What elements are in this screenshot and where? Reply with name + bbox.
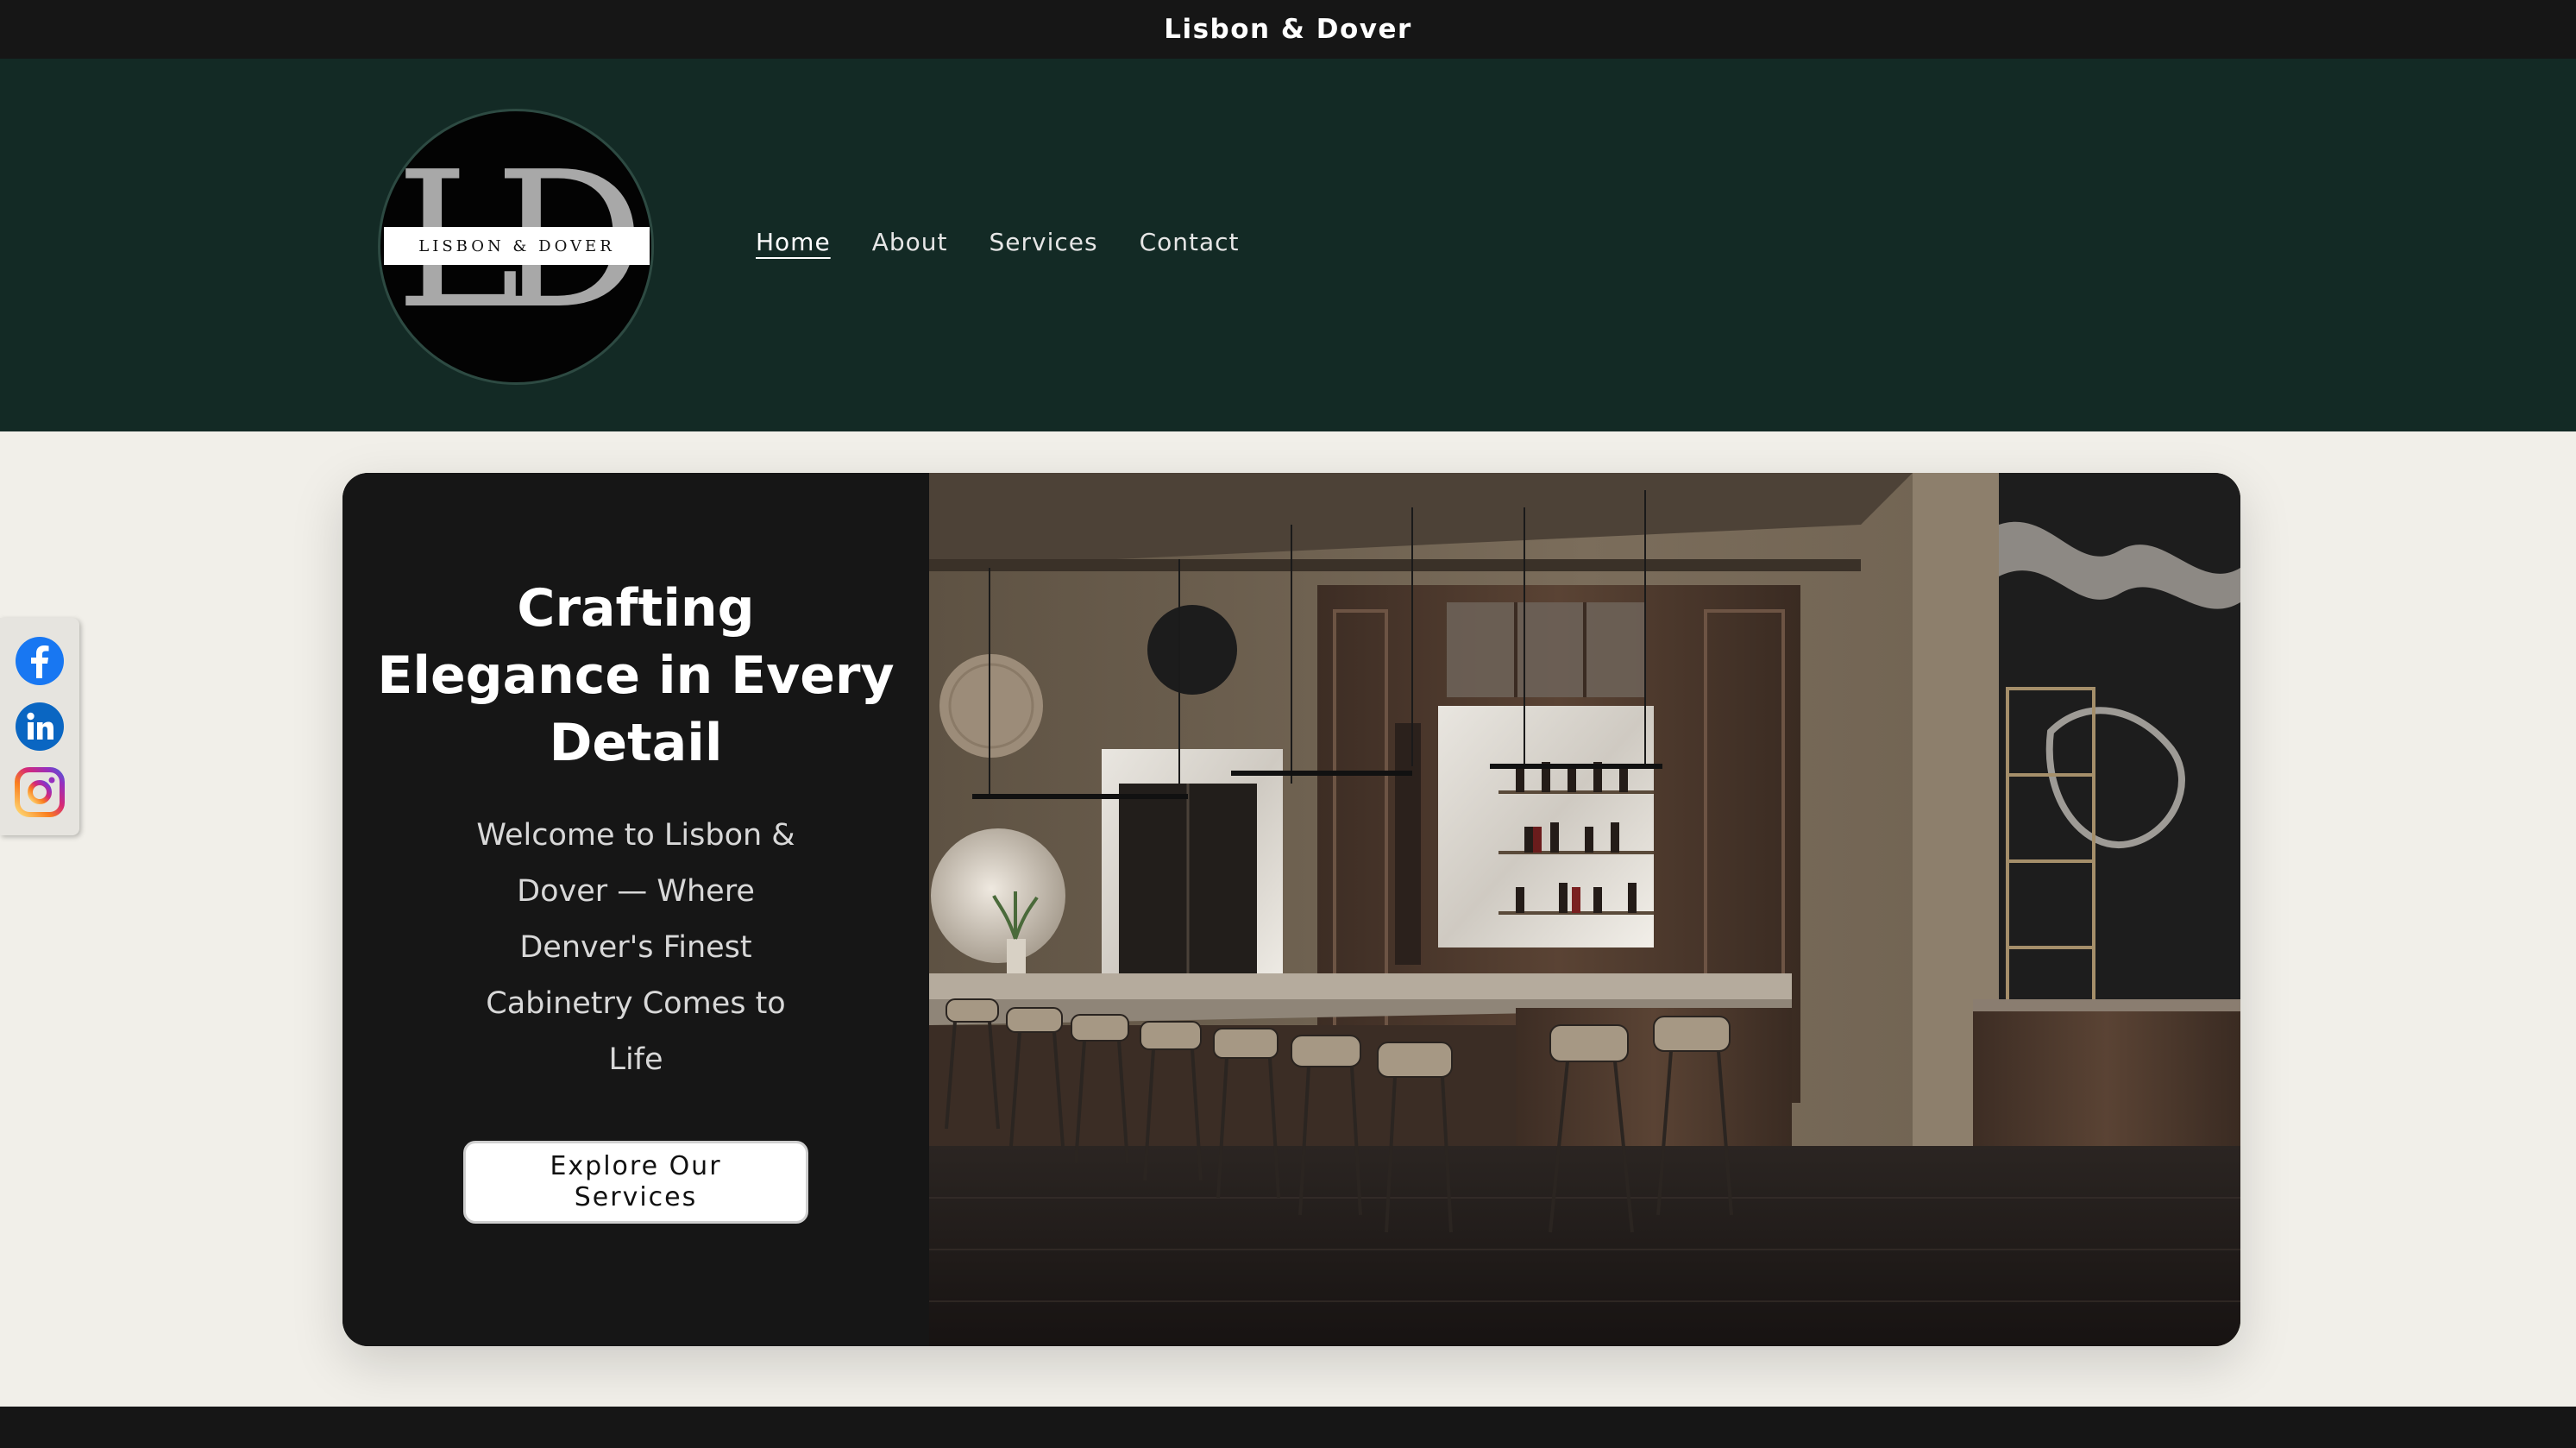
hero-title: Crafting Elegance in Every Detail <box>377 578 895 773</box>
nav-contact[interactable]: Contact <box>1140 228 1240 256</box>
site-logo[interactable]: LD LISBON & DOVER <box>378 109 654 385</box>
linkedin-icon[interactable] <box>14 701 66 752</box>
site-header: LD LISBON & DOVER Home About Services Co… <box>0 59 2576 431</box>
kitchen-bar-photo <box>929 473 2240 1346</box>
main-nav: Home About Services Contact <box>756 228 1240 256</box>
hero-subtitle: Welcome to Lisbon & Dover — Where Denver… <box>476 818 795 1077</box>
social-sidebar <box>0 618 79 835</box>
hero-section: Crafting Elegance in Every Detail Welcom… <box>342 473 2240 1346</box>
facebook-icon[interactable] <box>14 635 66 687</box>
nav-services[interactable]: Services <box>989 228 1097 256</box>
hero-text-panel: Crafting Elegance in Every Detail Welcom… <box>342 473 929 1346</box>
nav-home[interactable]: Home <box>756 228 831 256</box>
announcement-bar: Lisbon & Dover <box>0 0 2576 59</box>
footer-strip <box>0 1407 2576 1448</box>
explore-services-button[interactable]: Explore Our Services <box>463 1141 808 1224</box>
nav-about[interactable]: About <box>872 228 948 256</box>
announcement-text: Lisbon & Dover <box>1164 14 1412 45</box>
logo-band-text: LISBON & DOVER <box>384 227 650 265</box>
instagram-icon[interactable] <box>14 766 66 818</box>
